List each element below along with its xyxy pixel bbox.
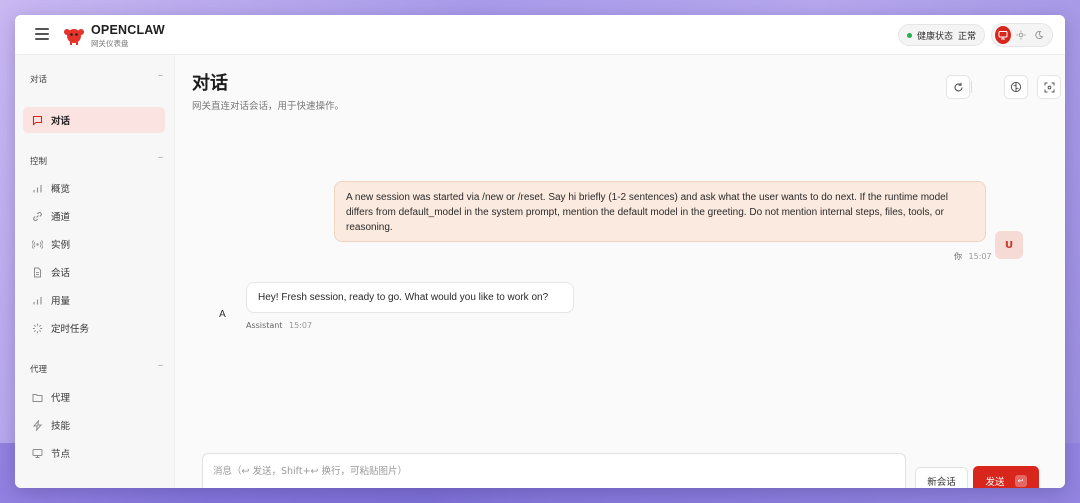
folder-icon <box>31 391 43 403</box>
enter-key-icon: ↩ <box>1014 475 1027 487</box>
assistant-avatar: A <box>219 309 226 320</box>
sidebar-item-label: 节点 <box>51 449 71 460</box>
sidebar-item-instances[interactable]: 实例 <box>23 231 165 257</box>
sidebar-item-label: 用量 <box>51 296 71 307</box>
sun-icon <box>1016 30 1026 40</box>
assistant-timestamp: 15:07 <box>289 321 313 330</box>
sidebar-item-label: 定时任务 <box>51 324 90 335</box>
theme-system-button[interactable] <box>995 26 1011 44</box>
new-session-button[interactable]: 新会话 <box>915 467 968 488</box>
collapse-icon[interactable]: – <box>158 484 163 488</box>
sidebar-item-label: 对话 <box>51 116 71 127</box>
nav-group-label: 代理 <box>30 365 48 375</box>
toolbar-divider <box>971 81 972 93</box>
assistant-message-meta: Assistant 15:07 <box>246 321 312 330</box>
page-title: 对话 <box>192 73 228 94</box>
app-title: OPENCLAW <box>91 23 165 37</box>
focus-icon <box>1044 82 1054 92</box>
nav-group-agents: 代理 – <box>15 359 175 379</box>
message-input[interactable] <box>213 463 895 485</box>
theme-switcher <box>991 23 1053 47</box>
sidebar-item-channels[interactable]: 通道 <box>23 203 165 229</box>
health-status-badge: 健康状态 正常 <box>897 24 985 46</box>
loader-icon <box>31 322 43 334</box>
bar-chart-icon <box>31 182 43 194</box>
sidebar-item-label: 代理 <box>51 393 71 404</box>
monitor-icon <box>31 447 43 459</box>
health-label: 健康状态 <box>916 31 953 42</box>
user-message-meta: 你 15:07 <box>954 251 992 262</box>
nav-group-chat: 对话 – <box>15 69 175 89</box>
nav-group-label: 控制 <box>30 157 48 167</box>
sidebar-item-scheduled-tasks[interactable]: 定时任务 <box>23 315 165 341</box>
sidebar-item-chat[interactable]: 对话 <box>23 107 165 133</box>
assistant-author: Assistant <box>246 321 283 330</box>
nav-group-label: 对话 <box>30 75 48 85</box>
theme-dark-button[interactable] <box>1031 26 1047 44</box>
refresh-button[interactable] <box>946 75 970 99</box>
main-content: 对话 网关直连对话会话，用于快速操作。 A new session was st… <box>175 55 1065 488</box>
link-icon <box>31 210 43 222</box>
message-composer <box>202 453 906 488</box>
sidebar-item-skills[interactable]: 技能 <box>23 412 165 438</box>
monitor-icon <box>998 31 1008 40</box>
sidebar-item-usage[interactable]: 用量 <box>23 287 165 313</box>
page-subtitle: 网关直连对话会话，用于快速操作。 <box>192 101 345 112</box>
sidebar-item-label: 实例 <box>51 240 71 251</box>
sidebar-item-label: 通道 <box>51 212 71 223</box>
thinking-toggle-button[interactable] <box>1004 75 1028 99</box>
brain-icon <box>1010 81 1022 93</box>
message-icon <box>31 114 43 126</box>
collapse-icon[interactable]: – <box>158 152 163 163</box>
lobster-logo-icon <box>64 29 84 45</box>
status-dot-icon <box>906 32 912 38</box>
collapse-icon[interactable]: – <box>158 70 163 81</box>
sidebar-item-nodes[interactable]: 节点 <box>23 440 165 466</box>
app-window: OPENCLAW 网关仪表盘 健康状态 正常 对话 – 对话 控制 – 概览 通… <box>15 15 1065 488</box>
menu-icon[interactable] <box>35 28 49 40</box>
refresh-icon <box>954 82 963 91</box>
health-value: 正常 <box>957 31 976 42</box>
sidebar-item-overview[interactable]: 概览 <box>23 175 165 201</box>
app-subtitle: 网关仪表盘 <box>91 39 129 48</box>
sidebar-item-sessions[interactable]: 会话 <box>23 259 165 285</box>
sidebar: 对话 – 对话 控制 – 概览 通道 实例 会话 用量 定时任务 代理 – 代理… <box>15 55 175 488</box>
sidebar-item-agents[interactable]: 代理 <box>23 384 165 410</box>
theme-light-button[interactable] <box>1013 26 1029 44</box>
sidebar-item-label: 概览 <box>51 184 71 195</box>
user-author: 你 <box>954 252 962 261</box>
bolt-icon <box>31 419 43 431</box>
nav-group-label: 设置 <box>30 487 47 488</box>
moon-icon <box>1035 30 1044 39</box>
radio-icon <box>31 238 43 250</box>
user-avatar: U <box>995 231 1023 259</box>
collapse-icon[interactable]: – <box>158 360 163 371</box>
top-bar: OPENCLAW 网关仪表盘 健康状态 正常 <box>15 15 1065 55</box>
send-button[interactable]: 发送 ↩ <box>973 466 1039 488</box>
nav-group-control: 控制 – <box>15 151 175 171</box>
sidebar-item-label: 技能 <box>51 421 71 432</box>
document-icon <box>31 266 43 278</box>
assistant-message-bubble: Hey! Fresh session, ready to go. What wo… <box>246 282 574 313</box>
bar-chart-icon <box>31 294 43 306</box>
focus-mode-button[interactable] <box>1037 75 1061 99</box>
send-label: 发送 <box>985 477 1005 488</box>
nav-group-settings: 设置 – <box>15 483 175 488</box>
user-timestamp: 15:07 <box>968 252 992 261</box>
sidebar-item-label: 会话 <box>51 268 71 279</box>
user-message-bubble: A new session was started via /new or /r… <box>334 181 986 242</box>
